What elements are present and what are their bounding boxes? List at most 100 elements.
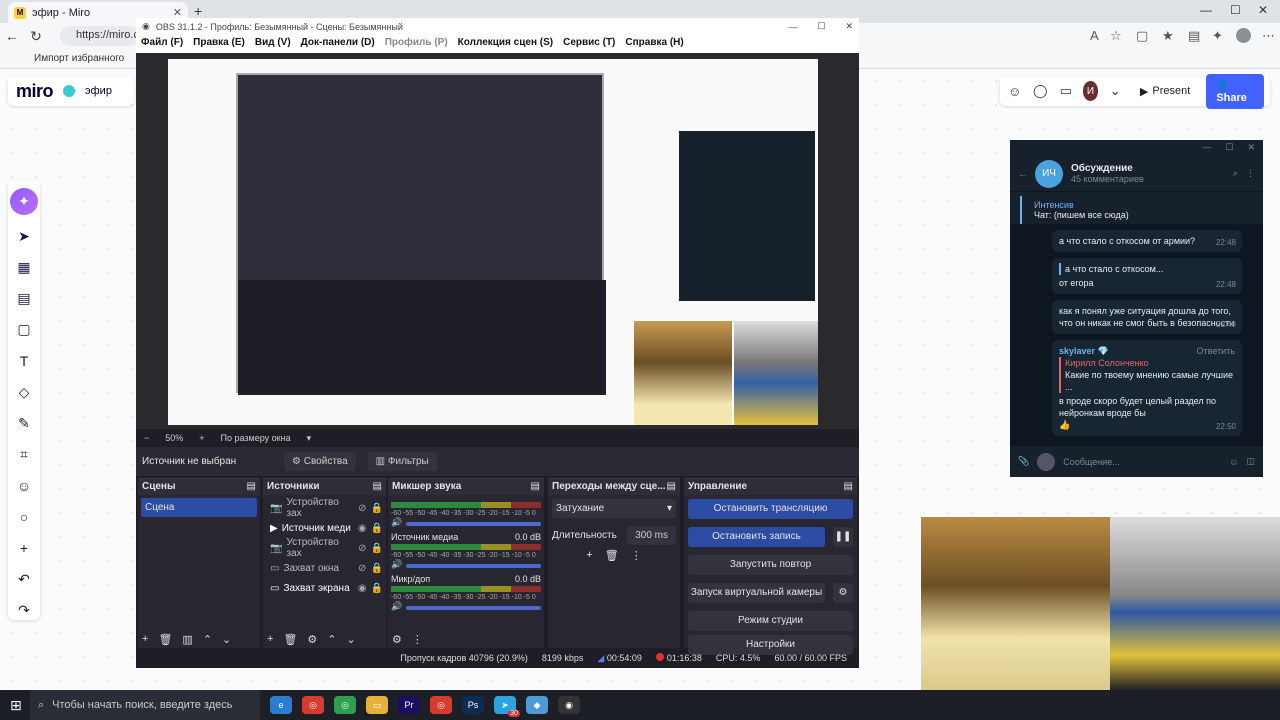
volume-slider[interactable] [406,606,541,610]
reactions-icon[interactable]: ☺ [1006,84,1024,99]
read-aloud-icon[interactable]: A [1090,28,1099,43]
more-icon[interactable]: ⋯ [1262,28,1275,44]
source-item[interactable]: ▭ Захват экрана ◉ 🔒 [266,578,383,598]
eye-off-icon[interactable]: ⊘ [358,543,366,554]
trash-icon[interactable]: 🗑 [158,633,172,646]
menu-icon[interactable]: ⋮ [1246,168,1255,179]
dock-menu-icon[interactable]: ▤ [667,481,676,493]
menu-docks[interactable]: Док-панели (D) [301,37,375,51]
frame-icon[interactable]: ⌗ [14,445,34,464]
add-icon[interactable]: + [142,633,148,646]
sticky-note-icon[interactable]: ▢ [14,320,34,339]
down-icon[interactable]: ⌄ [222,633,231,646]
chat-icon[interactable]: ◯ [1032,83,1050,99]
windows-start-icon[interactable]: ⊞ [10,697,22,714]
explorer-icon[interactable]: ▭ [366,696,388,714]
menu-help[interactable]: Справка (H) [625,37,683,51]
pinned-message[interactable]: Интенсив Чат: (пишем все сюда) [1020,196,1263,226]
start-replay-button[interactable]: Запустить повтор [688,555,853,575]
maximize-icon[interactable]: ☐ [1225,142,1233,154]
zoom-mode[interactable]: По размеру окна [221,433,291,443]
minimize-icon[interactable]: — [1202,142,1211,154]
photoshop-icon[interactable]: Ps [462,696,484,714]
emoji-icon[interactable]: ☺ [14,476,34,495]
minimize-button[interactable]: — [1200,3,1212,17]
text-icon[interactable]: T [14,352,34,371]
speaker-icon[interactable]: 🔊 [391,559,402,570]
trash-icon[interactable]: 🗑 [283,633,297,646]
gear-icon[interactable]: ⚙ [307,633,317,646]
message[interactable]: как я понял уже ситуация дошла до того, … [1052,300,1242,334]
more-icon[interactable]: ⋮ [412,633,423,646]
emoji-icon[interactable]: ☺ [1229,457,1238,467]
close-icon[interactable]: ✕ [1247,142,1255,154]
gear-icon[interactable]: ⚙ [392,633,402,646]
ai-sparkle-icon[interactable]: ✦ [10,188,38,215]
up-icon[interactable]: ⌃ [203,633,212,646]
lock-icon[interactable]: 🔒 [371,543,383,554]
chevron-down-icon[interactable]: ▾ [307,433,312,444]
lock-icon[interactable]: 🔒 [371,523,383,534]
zoom-out-icon[interactable]: − [144,433,149,443]
eye-off-icon[interactable]: ⊘ [358,563,366,574]
menu-tools[interactable]: Сервис (T) [563,37,615,51]
up-icon[interactable]: ⌃ [327,633,336,646]
search-icon[interactable]: ⌕ [1233,168,1238,179]
add-icon[interactable]: + [14,539,34,558]
lock-icon[interactable]: 🔒 [371,583,383,594]
back-arrow-icon[interactable]: ← [1018,169,1027,179]
more-icon[interactable]: ⋮ [631,549,642,562]
video-icon[interactable]: ▭ [1057,83,1075,99]
scene-item[interactable]: Сцена [141,498,257,517]
shapes-icon[interactable]: ◇ [14,383,34,402]
add-icon[interactable]: + [267,633,273,646]
taskbar-search[interactable]: ⌕ Чтобы начать поиск, введите здесь [30,690,260,720]
url-field[interactable]: https://miro.co [60,26,145,46]
gear-icon[interactable]: ⚙ [833,583,853,603]
transition-select[interactable]: Затухание ▾ [552,499,676,518]
speaker-icon[interactable]: 🔊 [391,601,402,612]
message-input[interactable]: Сообщение... [1063,457,1221,467]
stop-stream-button[interactable]: Остановить трансляцию [688,499,853,519]
comment-icon[interactable]: ○ [14,507,34,526]
pause-icon[interactable]: ❚❚ [833,527,853,547]
source-item[interactable]: ▭ Захват окна ⊘ 🔒 [266,558,383,578]
trash-icon[interactable]: 🗑 [605,549,619,562]
refresh-icon[interactable]: ↻ [24,28,48,45]
redo-icon[interactable]: ↷ [14,601,34,620]
virtual-camera-button[interactable]: Запуск виртуальной камеры [688,583,825,603]
zoom-in-icon[interactable]: + [199,433,204,443]
present-button[interactable]: ▶ Present [1132,81,1198,102]
board-name[interactable]: эфир [85,85,112,97]
source-item[interactable]: 📷 Устройство зах ⊘ 🔒 [266,497,383,519]
message-reaction[interactable]: 👍 [1059,420,1070,430]
split-icon[interactable]: ▢ [1136,28,1148,44]
close-icon[interactable]: ✕ [845,21,853,32]
down-icon[interactable]: ⌄ [347,633,356,646]
undo-icon[interactable]: ↶ [14,570,34,589]
sticker-icon[interactable]: ◫ [1246,456,1255,467]
chrome-icon-2[interactable]: ◎ [430,696,452,714]
chrome-icon[interactable]: ◎ [302,696,324,714]
telegram-icon[interactable]: ➤ 30 [494,696,520,717]
favorite-icon[interactable]: ☆ [1110,28,1122,44]
dock-menu-icon[interactable]: ▤ [531,481,540,493]
volume-slider[interactable] [406,564,541,568]
back-icon[interactable]: ← [0,28,24,44]
dock-menu-icon[interactable]: ▤ [844,481,853,493]
select-cursor-icon[interactable]: ➤ [14,227,34,246]
menu-file[interactable]: Файл (F) [141,37,183,51]
profile-avatar[interactable] [1236,28,1251,43]
message[interactable]: skylaver 💎 Ответить Кирилл Солонченко Как… [1052,340,1242,436]
chrome-profile-icon[interactable]: ◎ [334,696,356,714]
premiere-icon[interactable]: Pr [398,696,420,714]
minimize-icon[interactable]: — [788,22,797,32]
add-icon[interactable]: + [586,549,592,562]
pen-icon[interactable]: ✎ [14,414,34,433]
lock-icon[interactable]: 🔒 [371,503,383,514]
chevron-down-icon[interactable]: ⌄ [1106,83,1124,99]
obs-icon[interactable]: ◉ [558,696,580,714]
menu-view[interactable]: Вид (V) [255,37,291,51]
templates-icon[interactable]: ▦ [14,258,34,277]
eye-icon[interactable]: ◉ [358,583,367,594]
